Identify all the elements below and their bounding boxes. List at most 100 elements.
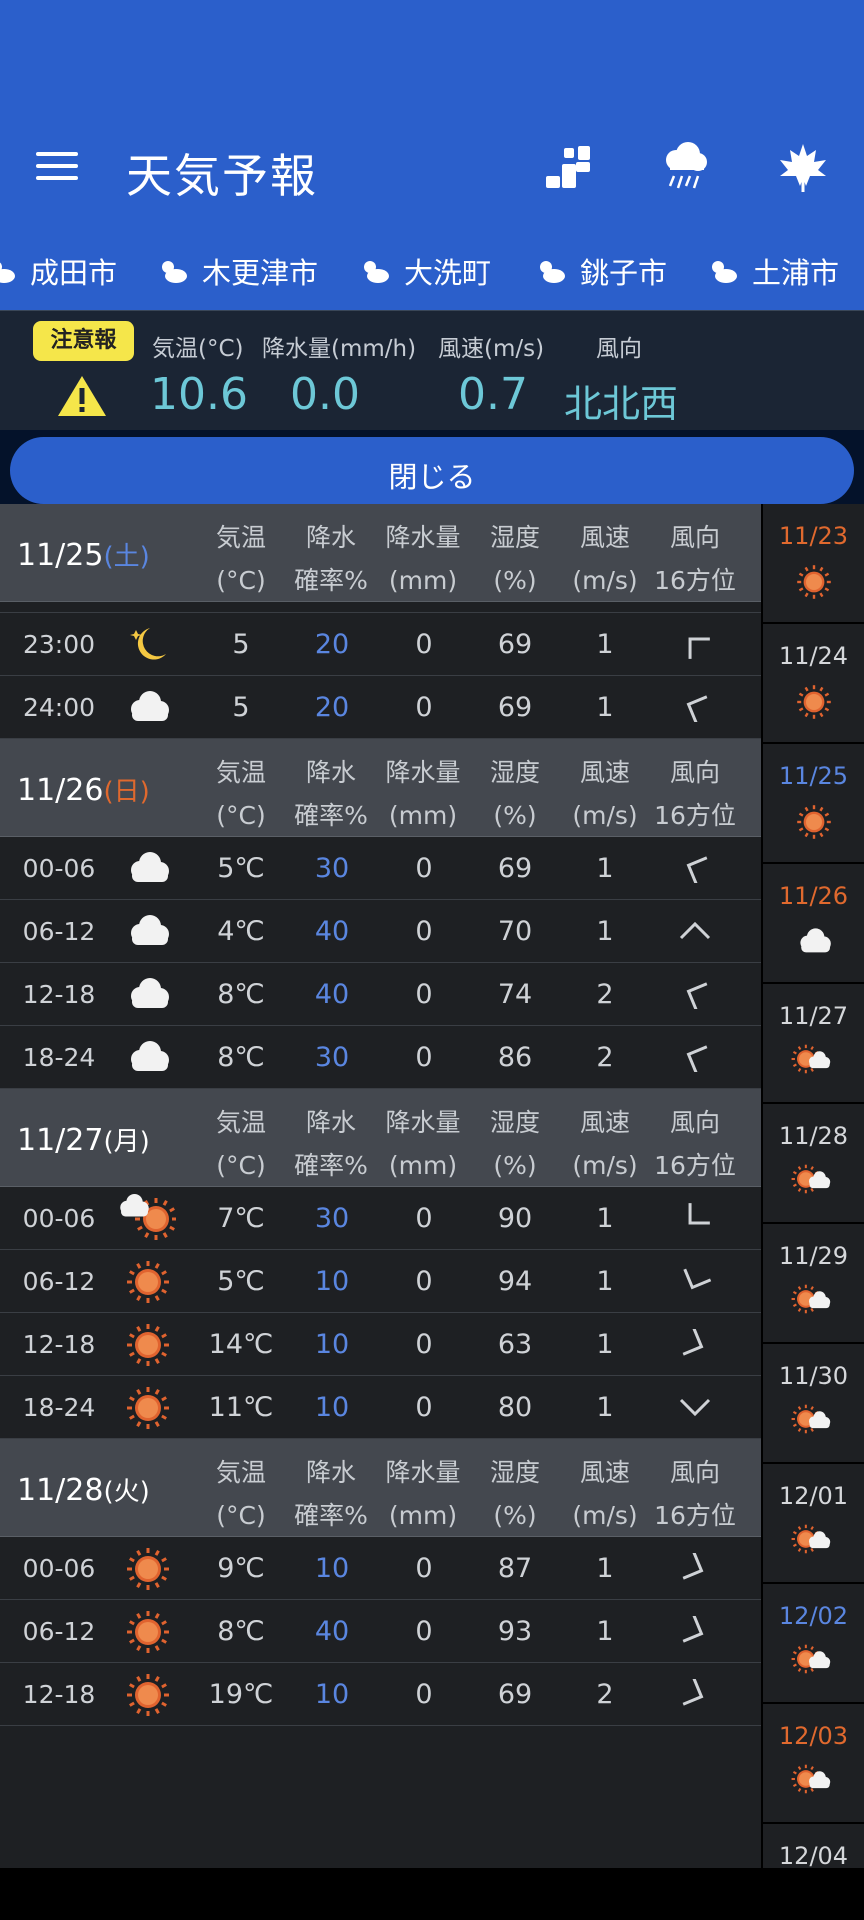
precip-probability-cell: 30 — [314, 1203, 350, 1234]
precip-amount-cell: 0 — [415, 1203, 433, 1234]
place-tab-choshi[interactable]: 銚子市 — [536, 246, 667, 296]
precip-probability-cell: 20 — [314, 629, 350, 660]
day-select-item[interactable]: 11/24 — [763, 624, 864, 742]
weekday-text: (日) — [103, 777, 150, 807]
humidity-cell: 87 — [497, 1553, 533, 1584]
temp-cell: 8℃ — [217, 1616, 265, 1647]
precip-probability-cell: 10 — [314, 1266, 350, 1297]
precip-probability-cell: 40 — [314, 1616, 350, 1647]
humidity-cell: 86 — [497, 1042, 533, 1073]
wind-speed-cell: 1 — [596, 1553, 614, 1584]
sun-cloud-icon — [712, 261, 737, 283]
day-selector[interactable]: 11/23 11/24 11/25 11/26 11/27 11/28 11/29 11/30… — [761, 504, 864, 1868]
day-select-item[interactable]: 11/25 — [763, 744, 864, 862]
sun-cloud-icon — [791, 1642, 837, 1682]
time-cell: 06-12 — [22, 1617, 96, 1646]
sun-cloud-icon — [791, 1402, 837, 1442]
rain-cloud-icon[interactable] — [658, 140, 712, 194]
warning-icon — [58, 376, 106, 416]
wind-speed-cell: 2 — [596, 1679, 614, 1710]
column-header-dir: 風向 16方位 — [654, 1108, 736, 1180]
time-cell: 12-18 — [22, 1680, 96, 1709]
maple-leaf-icon[interactable] — [776, 140, 830, 194]
time-cell: 24:00 — [22, 693, 96, 722]
sun-icon — [791, 682, 837, 722]
day-select-item[interactable]: 12/02 — [763, 1584, 864, 1702]
rain-label: 降水量(mm/h) — [262, 336, 417, 362]
forecast-row: 06-12 5℃ 10 0 94 1 — [0, 1250, 761, 1313]
side-date: 11/23 — [778, 522, 849, 550]
sun-shape — [797, 685, 831, 719]
cloud-icon — [120, 683, 176, 733]
place-tab-kisarazu[interactable]: 木更津市 — [158, 246, 318, 296]
wind-value: 0.7 — [458, 369, 528, 420]
menu-icon[interactable] — [36, 148, 80, 184]
day-date: 11/28(火) — [17, 1471, 150, 1508]
forecast-row: 12-18 8℃ 40 0 74 2 — [0, 963, 761, 1026]
place-label: 土浦市 — [752, 256, 840, 290]
sun-cloud-icon — [791, 1282, 837, 1322]
humidity-cell: 69 — [497, 853, 533, 884]
day-select-item[interactable]: 12/04 — [763, 1824, 864, 1868]
column-header-prob: 降水 確率% — [294, 523, 368, 595]
forecast-row: 06-12 8℃ 40 0 93 1 — [0, 1600, 761, 1663]
wind-direction-icon — [675, 1614, 715, 1646]
temp-cell: 14℃ — [208, 1329, 274, 1360]
place-tab-tsuchiura[interactable]: 土浦市 — [708, 246, 839, 296]
temp-cell: 8℃ — [217, 979, 265, 1010]
day-select-item[interactable]: 11/29 — [763, 1224, 864, 1342]
wind-direction-icon — [675, 1551, 715, 1583]
time-cell: 12-18 — [22, 1330, 96, 1359]
wind-speed-cell: 1 — [596, 1203, 614, 1234]
sun-cloud-icon — [162, 261, 187, 283]
temp-cell: 8℃ — [217, 1042, 265, 1073]
day-select-item[interactable]: 11/23 — [763, 504, 864, 622]
temp-cell: 9℃ — [217, 1553, 265, 1584]
column-header-rain: 降水量 (mm) — [385, 523, 461, 595]
wind-speed-cell: 1 — [596, 629, 614, 660]
day-select-item[interactable]: 12/01 — [763, 1464, 864, 1582]
day-select-item[interactable]: 12/03 — [763, 1704, 864, 1822]
column-header-wind: 風速 (m/s) — [572, 1108, 638, 1180]
precip-probability-cell: 10 — [314, 1329, 350, 1360]
wind-label: 風速(m/s) — [438, 336, 545, 362]
close-button[interactable]: 閉じる — [10, 437, 854, 504]
forecast-row: 18-24 8℃ 30 0 86 2 — [0, 1026, 761, 1089]
wind-direction-icon — [675, 916, 715, 946]
day-header: 11/25(土) 気温 (°C) 降水 確率% 降水量 (mm) 湿度 (%) 風速 (m/s) 風向… — [0, 504, 761, 602]
app-bar: 天気予報 成田市 木更津市 大洗町 銚子市 土浦市 — [0, 0, 864, 310]
day-select-item[interactable]: 11/28 — [763, 1104, 864, 1222]
wind-speed-cell: 1 — [596, 853, 614, 884]
column-header-rain: 降水量 (mm) — [385, 758, 461, 830]
navigation-bar — [0, 1868, 864, 1920]
place-label: 成田市 — [30, 256, 118, 290]
cloud-sun-icon — [120, 1194, 177, 1244]
wind-speed-cell: 1 — [596, 692, 614, 723]
wind-direction-icon — [675, 1392, 715, 1422]
day-select-item[interactable]: 11/26 — [763, 864, 864, 982]
place-tab-oarai[interactable]: 大洗町 — [360, 246, 491, 296]
ranking-icon[interactable] — [540, 140, 594, 194]
cloud-icon — [791, 922, 837, 962]
temp-cell: 5 — [232, 692, 250, 723]
day-select-item[interactable]: 11/30 — [763, 1344, 864, 1462]
side-date: 11/30 — [778, 1362, 849, 1390]
forecast-list[interactable]: 20:0050064121:0050066122:00510068123:005… — [0, 504, 761, 1868]
column-header-temp: 気温 (°C) — [215, 1108, 266, 1180]
side-date: 12/03 — [778, 1722, 849, 1750]
sun-shape — [127, 1261, 169, 1303]
place-tab-narita[interactable]: 成田市 — [0, 246, 117, 296]
column-header-hum: 湿度 (%) — [489, 523, 540, 595]
precip-amount-cell: 0 — [415, 916, 433, 947]
time-cell: 23:00 — [22, 630, 96, 659]
forecast-row: 00-06 9℃ 10 0 87 1 — [0, 1537, 761, 1600]
weekday-text: (火) — [103, 1477, 150, 1507]
advisory-badge[interactable]: 注意報 — [33, 321, 134, 361]
wind-speed-cell: 1 — [596, 1392, 614, 1423]
sun-shape — [797, 805, 831, 839]
sun-shape — [127, 1387, 169, 1429]
precip-amount-cell: 0 — [415, 1553, 433, 1584]
precip-probability-cell: 10 — [314, 1679, 350, 1710]
humidity-cell: 69 — [497, 629, 533, 660]
day-select-item[interactable]: 11/27 — [763, 984, 864, 1102]
